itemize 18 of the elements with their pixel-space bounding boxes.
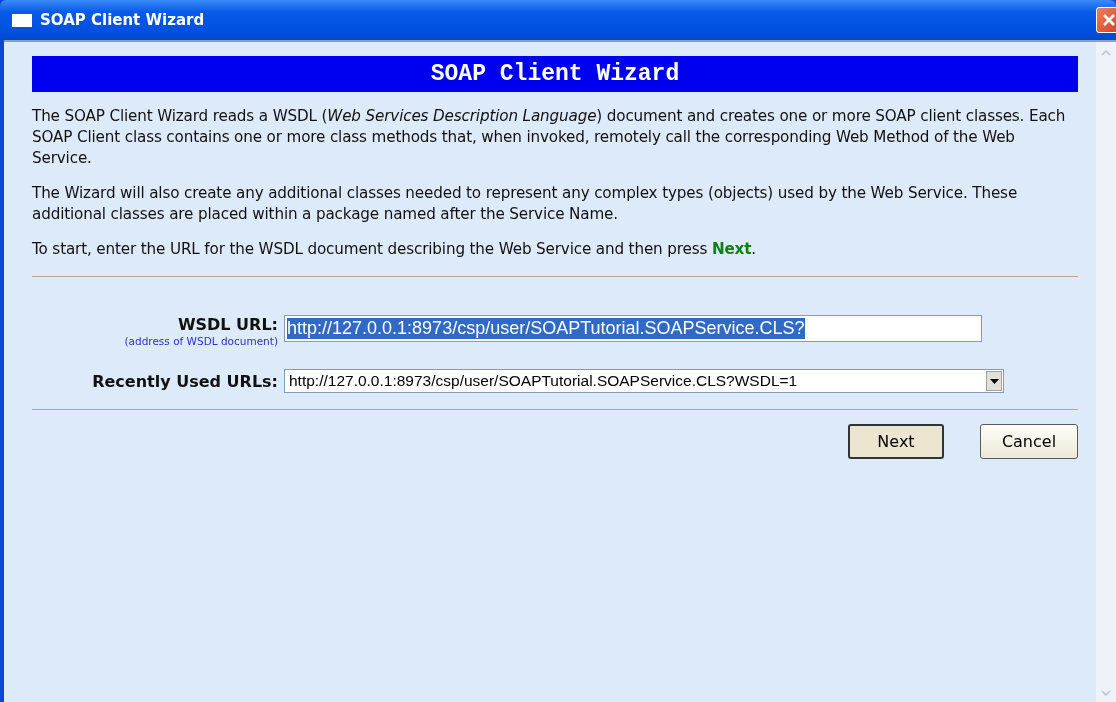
description-text: To start, enter the URL for the WSDL document describing the Web Service and then press Next.: [32, 239, 758, 260]
wizard-button[interactable]: Next: [848, 424, 944, 459]
scroll-down-icon[interactable]: [1101, 690, 1111, 696]
description-text: The SOAP Client Wizard reads a WSDL (Web Services Description Language) document and creates one or more SOAP client classes. Each SOAP Client class contains one or more class methods that, when invoked, remotely call the corresponding Web Method of the Web Service.: [32, 106, 1067, 169]
scrollbar[interactable]: [1096, 42, 1116, 702]
scroll-up-icon[interactable]: [1101, 50, 1111, 56]
wsdl-url-hint: (address of WSDL document): [124, 335, 278, 347]
wsdl-url-field[interactable]: http://127.0.0.1:8973/csp/user/SOAPTutorial.SOAPService.CLS?: [284, 315, 982, 342]
window-icon: [12, 13, 32, 27]
close-icon: [1102, 13, 1116, 27]
close-button[interactable]: [1096, 7, 1116, 33]
recent-urls-dropdown[interactable]: http://127.0.0.1:8973/csp/user/SOAPTutorial.SOAPService.CLS?WSDL=1: [284, 369, 1004, 393]
wizard-button[interactable]: Cancel: [980, 424, 1078, 459]
wizard-heading: SOAP Client Wizard: [32, 56, 1078, 92]
recent-urls-label: Recently Used URLs:: [92, 371, 278, 391]
description-text: The Wizard will also create any additional classes needed to represent any complex types (objects) used by the Web Service. These additional classes are placed within a package named after the Service Name.: [32, 183, 1019, 225]
wsdl-url-label: WSDL URL:: [177, 315, 278, 334]
window-title: SOAP Client Wizard: [40, 11, 206, 29]
